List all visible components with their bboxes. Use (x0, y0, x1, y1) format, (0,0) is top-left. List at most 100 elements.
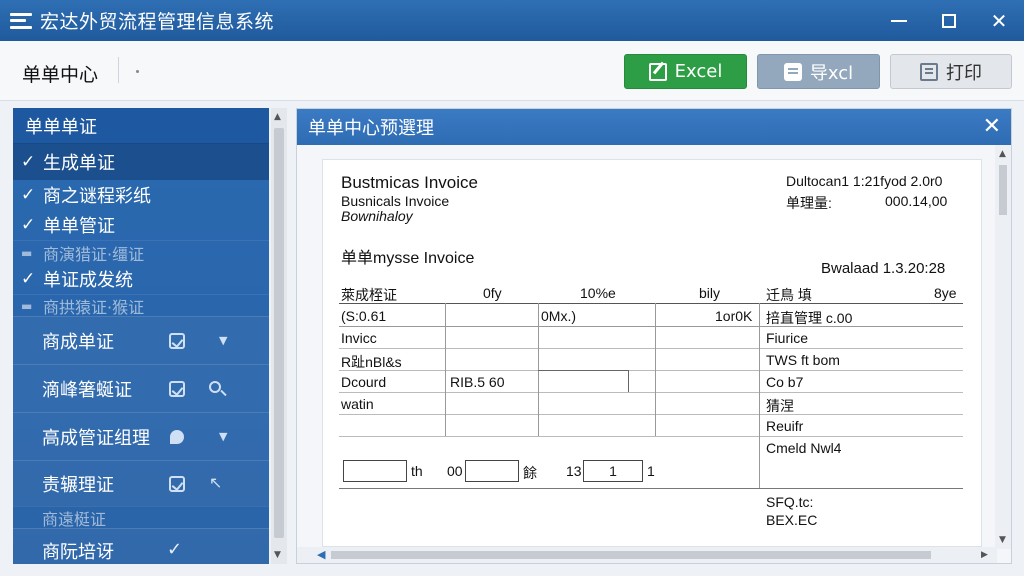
minimize-button[interactable] (874, 0, 924, 41)
minimize-icon (891, 19, 907, 22)
table-cell: Invicc (341, 330, 377, 346)
sidebar-item[interactable]: ✓ 单单管证 (13, 210, 269, 240)
breadcrumb: 单单中心 (22, 64, 99, 86)
sidebar-item[interactable]: ✓ 单证成发统 (13, 264, 269, 294)
sidebar-item[interactable]: 商成单证 ▼ (13, 316, 269, 364)
table-rule (339, 436, 963, 437)
doc-meta-top: Dultocan1 1:21fyod 2.0r0 (786, 173, 943, 189)
sidebar-item[interactable]: ▬ 商拱猿证·猴证 (13, 294, 269, 317)
sidebar-scrollbar[interactable]: ▲ ▼ (271, 108, 287, 564)
table-rule (339, 414, 963, 415)
scroll-up-icon[interactable]: ▲ (999, 149, 1006, 159)
table-cell: 掊直管理 c.00 (766, 310, 853, 326)
sidebar-item[interactable]: 高成管证组理 ▼ (13, 412, 269, 460)
sidebar-item[interactable]: 滴峰箸蜒证 (13, 364, 269, 412)
quantity-field[interactable]: 1 (583, 460, 643, 482)
table-rule (339, 488, 963, 489)
excel-button[interactable]: Excel (624, 54, 747, 89)
export-button-label: 导xcl (809, 62, 854, 84)
table-header-cell: 10%e (580, 285, 616, 301)
field-label: 00 (447, 463, 463, 479)
print-button[interactable]: 打印 (890, 54, 1012, 89)
caret-down-icon[interactable]: ▼ (219, 334, 227, 347)
caret-down-icon[interactable]: ▼ (219, 430, 227, 443)
field-label: 1 (647, 463, 655, 479)
sidebar-item-label: 商成单证 (42, 331, 114, 353)
table-cell: TWS ft bom (766, 352, 840, 368)
bubble-icon[interactable] (170, 430, 184, 444)
doc-title: Bustmicas Invoice (341, 173, 478, 192)
export-button[interactable]: 导xcl (757, 54, 880, 89)
sidebar-item[interactable]: 商阮培讶 ✓ (13, 528, 269, 564)
table-header-cell: 0fy (483, 285, 502, 301)
preview-horizontal-scrollbar[interactable]: ◀ ▶ (297, 547, 997, 563)
check-icon: ✓ (21, 152, 36, 172)
toolbar: 单单中心 Excel 导xcl 打印 (0, 41, 1024, 101)
sidebar-item-label: 商阮培讶 (42, 541, 114, 563)
sidebar-item-label: 滴峰箸蜒证 (42, 379, 132, 401)
sidebar-item-label: 单证成发统 (43, 270, 133, 291)
checkbox-icon[interactable] (169, 381, 185, 397)
invoice-document: Bustmicas Invoice Busnicals Invoice Bown… (322, 159, 982, 547)
scrollbar-thumb[interactable] (274, 128, 284, 538)
preview-vertical-scrollbar[interactable]: ▲ ▼ (995, 145, 1011, 549)
doc-footer: BEX.EC (766, 512, 818, 528)
sidebar-item-label: 生成单证 (43, 153, 115, 174)
scroll-up-icon[interactable]: ▲ (274, 112, 281, 122)
sidebar-item[interactable]: ✓ 商之谜程彩纸 (13, 180, 269, 210)
table-col-rule (445, 303, 446, 436)
sidebar-item[interactable]: 商遠梃证 (13, 506, 269, 529)
doc-footer: SFQ.tc: (766, 494, 814, 510)
sidebar-item-label: 商演猎证·缰证 (43, 244, 145, 264)
table-cell: Cmeld Nwl4 (766, 440, 842, 456)
check-icon[interactable]: ✓ (167, 539, 182, 560)
scroll-left-icon[interactable]: ◀ (317, 548, 325, 561)
table-cell: 0Mx.) (541, 308, 576, 324)
doc-subtitle: 单单mysse Invoice (341, 250, 475, 267)
folder-icon: ▬ (21, 298, 33, 313)
check-icon: ✓ (21, 185, 36, 205)
doc-qty-value: 000.14,00 (885, 193, 948, 209)
doc-title-3: Bownihaloy (341, 208, 413, 224)
doc-qty-label: 单理量: (786, 195, 832, 211)
checkbox-icon[interactable] (169, 333, 185, 349)
field-label: 13 (566, 463, 582, 479)
print-button-label: 打印 (946, 62, 982, 84)
field-label: 餘 (523, 465, 537, 481)
printer-icon (920, 62, 938, 81)
sidebar-item-label: 商之谜程彩纸 (43, 186, 151, 207)
table-cell: (S:0.61 (341, 308, 387, 324)
table-cell: watin (341, 396, 374, 412)
scrollbar-thumb[interactable] (999, 165, 1007, 215)
checkbox-icon[interactable] (169, 476, 185, 492)
sidebar-item-generate[interactable]: ✓ 生成单证 (13, 144, 269, 180)
folder-icon: ▬ (21, 245, 33, 260)
search-icon[interactable] (209, 381, 221, 393)
doc-ref: Bwalaad 1.3.20:28 (821, 260, 946, 277)
sidebar-item[interactable]: 责辗理证 ↖ (13, 460, 269, 506)
table-header-cell: 8ye (934, 285, 957, 301)
close-button[interactable]: ✕ (974, 0, 1024, 41)
input-field[interactable] (343, 460, 407, 482)
sidebar-header: 单单单证 (13, 108, 269, 144)
sidebar-item[interactable]: ▬ 商演猎证·缰证 (13, 240, 269, 264)
scrollbar-thumb[interactable] (331, 551, 931, 559)
panel-title: 单单中心预選理 (297, 109, 1011, 145)
table-cell: Reuifr (766, 418, 804, 434)
close-icon[interactable]: ✕ (983, 114, 1001, 139)
edit-icon (648, 62, 667, 81)
scroll-right-icon[interactable]: ▶ (981, 550, 988, 560)
maximize-button[interactable] (924, 0, 974, 41)
sidebar-item-label: 责辗理证 (42, 474, 114, 496)
divider (118, 57, 119, 83)
table-col-rule (655, 303, 656, 436)
table-cell: Fiurice (766, 330, 809, 346)
table-cell: Dcourd (341, 374, 387, 390)
title-bar: 宏达外贸流程管理信息系统 ✕ (0, 0, 1024, 41)
scroll-down-icon[interactable]: ▼ (274, 550, 281, 560)
cursor-icon[interactable]: ↖ (209, 473, 225, 492)
scroll-down-icon[interactable]: ▼ (999, 535, 1006, 545)
input-field[interactable] (465, 460, 519, 482)
table-cell: 猜涅 (766, 398, 794, 414)
menu-icon[interactable] (10, 12, 32, 29)
